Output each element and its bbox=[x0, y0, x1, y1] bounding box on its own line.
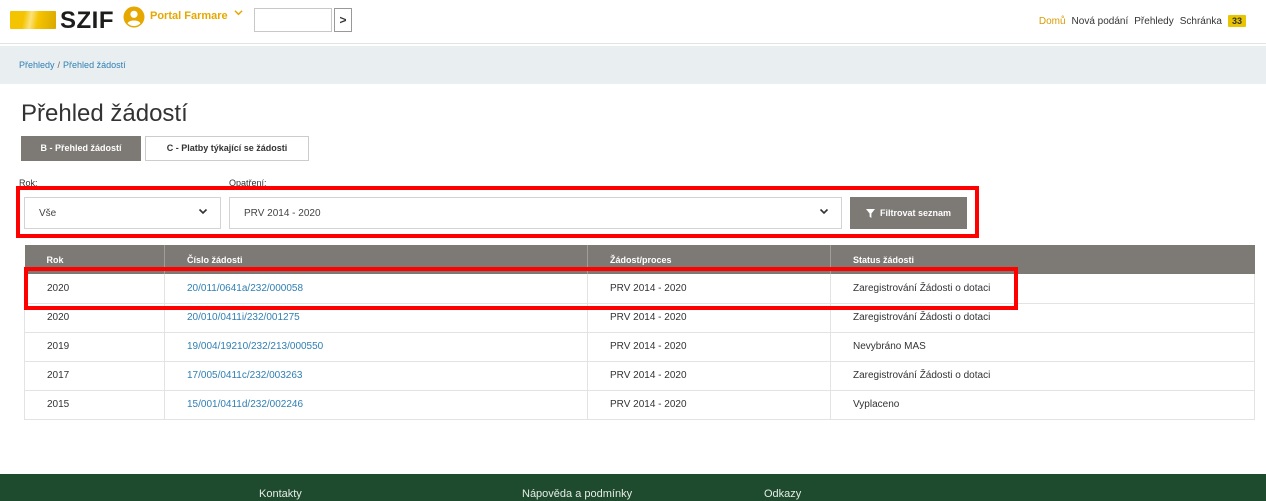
filter-list-button[interactable]: Filtrovat seznam bbox=[850, 197, 967, 229]
row-proces: PRV 2014 - 2020 bbox=[587, 361, 831, 391]
nav-new-submission-link[interactable]: Nová podání bbox=[1072, 16, 1129, 27]
inbox-count-badge[interactable]: 33 bbox=[1227, 15, 1246, 27]
funnel-icon bbox=[865, 208, 875, 218]
tab-platby[interactable]: C - Platby týkající se žádosti bbox=[145, 136, 309, 161]
row-proces: PRV 2014 - 2020 bbox=[587, 332, 831, 362]
row-proces: PRV 2014 - 2020 bbox=[587, 303, 831, 333]
row-proces: PRV 2014 - 2020 bbox=[587, 274, 831, 304]
chevron-down-icon bbox=[819, 206, 829, 219]
tab-prehled-zadosti[interactable]: B - Přehled žádostí bbox=[21, 136, 141, 161]
opatreni-select[interactable]: PRV 2014 - 2020 bbox=[229, 197, 842, 229]
table-row: 2020 20/010/0411i/232/001275 PRV 2014 - … bbox=[24, 303, 1255, 333]
rok-select[interactable]: Vše bbox=[24, 197, 221, 229]
table-row: 2020 20/011/0641a/232/000058 PRV 2014 - … bbox=[24, 274, 1255, 304]
nav-home-link[interactable]: Domů bbox=[1039, 16, 1066, 27]
szif-logo-text[interactable]: SZIF bbox=[60, 7, 114, 35]
szif-logo-icon[interactable] bbox=[10, 11, 56, 29]
breadcrumb-item-prehled-zadosti[interactable]: Přehled žádostí bbox=[63, 60, 126, 70]
nav-inbox-link[interactable]: Schránka bbox=[1180, 16, 1222, 27]
chevron-down-icon[interactable] bbox=[234, 8, 243, 20]
nav-overviews-link[interactable]: Přehledy bbox=[1134, 16, 1173, 27]
row-status: Zaregistrování Žádosti o dotaci bbox=[830, 303, 1255, 333]
row-cislo-cell: 15/001/0411d/232/002246 bbox=[164, 390, 588, 420]
breadcrumb: Přehledy / Přehled žádostí bbox=[19, 60, 126, 70]
footer-contacts-link[interactable]: Kontakty bbox=[259, 488, 302, 500]
chevron-down-icon bbox=[198, 206, 208, 219]
column-header-cislo[interactable]: Číslo žádosti bbox=[164, 245, 588, 274]
filter-list-button-label: Filtrovat seznam bbox=[879, 208, 952, 218]
footer-links-link[interactable]: Odkazy bbox=[764, 488, 801, 500]
column-header-rok[interactable]: Rok bbox=[24, 245, 165, 274]
breadcrumb-separator: / bbox=[57, 60, 61, 70]
row-cislo-cell: 17/005/0411c/232/003263 bbox=[164, 361, 588, 391]
request-number-link[interactable]: 19/004/19210/232/213/000550 bbox=[187, 341, 323, 352]
portal-title[interactable]: Portal Farmare bbox=[150, 10, 228, 22]
user-icon[interactable] bbox=[123, 6, 145, 28]
opatreni-label: Opatření: bbox=[229, 178, 267, 188]
request-number-link[interactable]: 17/005/0411c/232/003263 bbox=[187, 370, 302, 381]
top-nav: Domů Nová podání Přehledy Schránka 33 bbox=[1039, 15, 1246, 27]
row-cislo-cell: 20/010/0411i/232/001275 bbox=[164, 303, 588, 333]
row-status: Zaregistrování Žádosti o dotaci bbox=[830, 274, 1255, 304]
row-cislo-cell: 19/004/19210/232/213/000550 bbox=[164, 332, 588, 362]
rok-label: Rok: bbox=[19, 178, 38, 188]
table-header-row: Rok Číslo žádosti Žádost/proces Status ž… bbox=[24, 245, 1255, 274]
column-header-proces[interactable]: Žádost/proces bbox=[587, 245, 831, 274]
opatreni-select-value: PRV 2014 - 2020 bbox=[244, 208, 321, 219]
rok-select-value: Vše bbox=[39, 208, 57, 219]
row-rok: 2015 bbox=[24, 390, 165, 420]
request-number-link[interactable]: 15/001/0411d/232/002246 bbox=[187, 399, 303, 410]
page-title: Přehled žádostí bbox=[21, 100, 188, 127]
table-row: 2015 15/001/0411d/232/002246 PRV 2014 - … bbox=[24, 390, 1255, 420]
header-go-button[interactable]: > bbox=[334, 8, 352, 32]
row-cislo-cell: 20/011/0641a/232/000058 bbox=[164, 274, 588, 304]
request-number-link[interactable]: 20/010/0411i/232/001275 bbox=[187, 312, 300, 323]
table-row: 2017 17/005/0411c/232/003263 PRV 2014 - … bbox=[24, 361, 1255, 391]
column-header-status[interactable]: Status žádosti bbox=[830, 245, 1255, 274]
row-status: Zaregistrování Žádosti o dotaci bbox=[830, 361, 1255, 391]
row-proces: PRV 2014 - 2020 bbox=[587, 390, 831, 420]
row-status: Nevybráno MAS bbox=[830, 332, 1255, 362]
footer: Kontakty Nápověda a podmínky Odkazy bbox=[0, 474, 1266, 501]
table-row: 2019 19/004/19210/232/213/000550 PRV 201… bbox=[24, 332, 1255, 362]
row-rok: 2020 bbox=[24, 274, 165, 304]
request-number-link[interactable]: 20/011/0641a/232/000058 bbox=[187, 283, 303, 294]
top-header: SZIF Portal Farmare > Domů Nová podání P… bbox=[0, 0, 1266, 44]
row-rok: 2019 bbox=[24, 332, 165, 362]
header-search-input[interactable] bbox=[254, 8, 332, 32]
breadcrumb-item-prehledy[interactable]: Přehledy bbox=[19, 60, 55, 70]
footer-help-link[interactable]: Nápověda a podmínky bbox=[522, 488, 632, 500]
row-rok: 2020 bbox=[24, 303, 165, 333]
row-rok: 2017 bbox=[24, 361, 165, 391]
breadcrumb-bar: Přehledy / Přehled žádostí bbox=[0, 46, 1266, 84]
requests-table: Rok Číslo žádosti Žádost/proces Status ž… bbox=[24, 245, 1255, 420]
row-status: Vyplaceno bbox=[830, 390, 1255, 420]
